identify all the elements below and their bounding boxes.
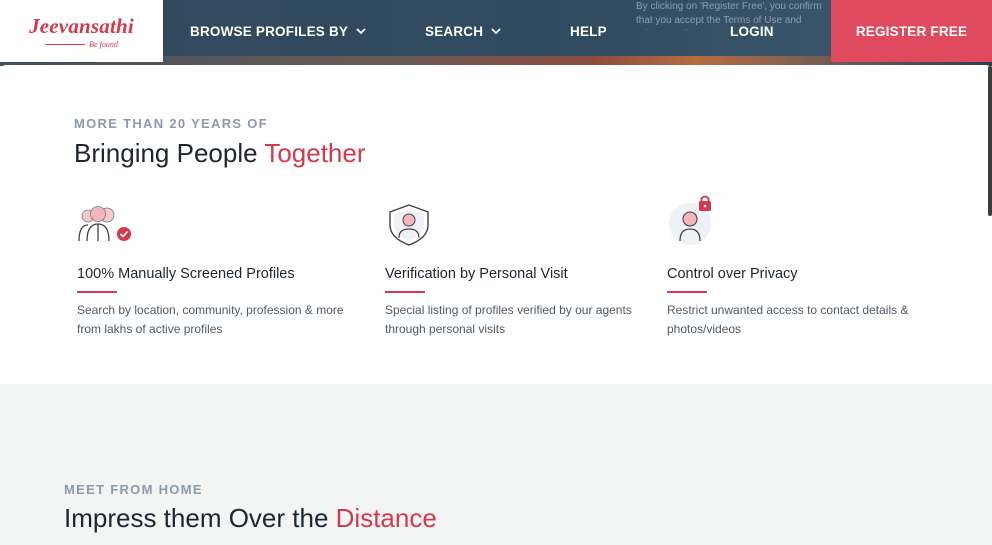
feature-title-underline (667, 291, 707, 293)
nav-help-label: HELP (570, 23, 607, 39)
nav-login-label: LOGIN (730, 23, 774, 39)
register-free-button[interactable]: REGISTER FREE (831, 0, 992, 62)
section-headline: Impress them Over the Distance (64, 503, 437, 534)
feature-description: Special listing of profiles verified by … (385, 303, 632, 336)
chevron-down-icon (356, 28, 366, 35)
feature-description: Search by location, community, professio… (77, 303, 344, 336)
shield-person-icon (389, 204, 429, 246)
logo-tagline-rule (45, 43, 86, 45)
people-check-icon (78, 206, 131, 242)
nav-browse-profiles[interactable]: BROWSE PROFILES BY (190, 0, 366, 62)
section-headline-prefix: Impress them Over the (64, 503, 336, 533)
nav-search-label: SEARCH (425, 23, 484, 39)
feature-title-underline (77, 291, 117, 293)
section-headline-prefix: Bringing People (74, 138, 265, 168)
logo-tagline-text: Be found (89, 39, 118, 49)
section-headline-accent: Distance (335, 503, 437, 533)
feature-description: Restrict unwanted access to contact deta… (667, 303, 909, 336)
nav-help[interactable]: HELP (570, 0, 607, 62)
person-lock-icon (669, 195, 711, 245)
page: Jeevansathi Be found BROWSE PROFILES BY … (0, 0, 992, 545)
register-free-label: REGISTER FREE (855, 23, 968, 39)
nav-search[interactable]: SEARCH (425, 0, 501, 62)
section-headline-accent: Together (264, 138, 366, 168)
feature-title: Control over Privacy (667, 266, 798, 282)
section-headline: Bringing People Together (74, 138, 366, 169)
feature-title-underline (385, 291, 425, 293)
logo[interactable]: Jeevansathi Be found (0, 0, 163, 62)
logo-tagline: Be found (45, 40, 118, 49)
feature-title: 100% Manually Screened Profiles (77, 266, 295, 282)
scrollbar-thumb[interactable] (988, 66, 992, 216)
chevron-down-icon (491, 28, 501, 35)
section-eyebrow: MEET FROM HOME (64, 482, 203, 497)
nav-login[interactable]: LOGIN (730, 0, 774, 62)
feature-title: Verification by Personal Visit (385, 266, 568, 282)
section-eyebrow: MORE THAN 20 YEARS OF (74, 116, 268, 131)
nav-browse-profiles-label: BROWSE PROFILES BY (190, 23, 349, 39)
logo-wordmark: Jeevansathi (29, 13, 134, 38)
